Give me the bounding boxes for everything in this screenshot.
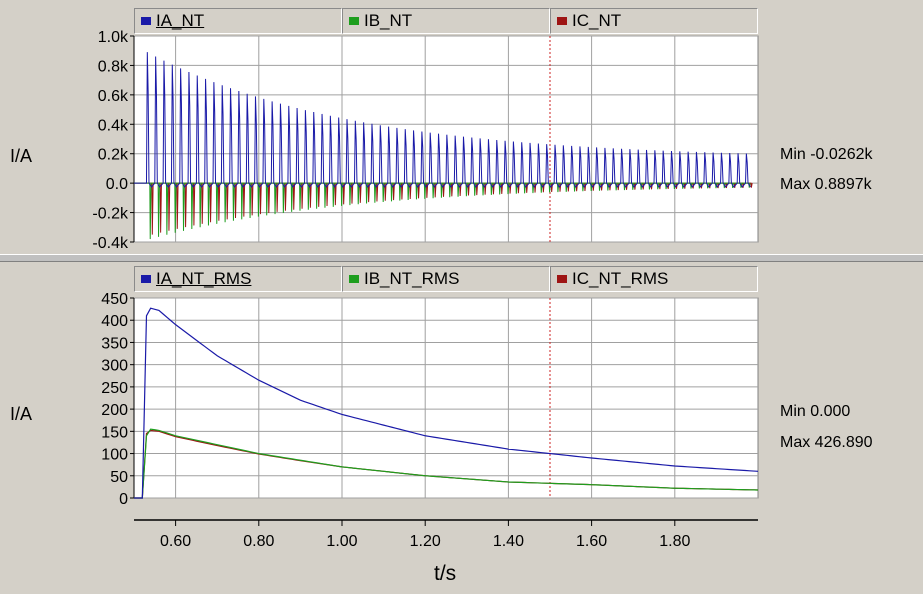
y-tick-label: 50 [110,469,128,486]
y-tick-label: 0.2k [98,147,129,164]
y-tick-label: 0.6k [98,88,129,105]
x-tick-label: 1.20 [410,533,441,550]
x-tick-label: 1.00 [326,533,357,550]
y-tick-label: -0.4k [92,235,129,252]
y-tick-label: 0 [119,491,128,508]
y-tick-label: 0.8k [98,58,129,75]
y-tick-label: 150 [101,424,128,441]
x-tick-label: 1.60 [576,533,607,550]
y-tick-label: 1.0k [98,29,129,46]
x-tick-label: 1.40 [493,533,524,550]
y-tick-label: 350 [101,335,128,352]
y-tick-label: 0.4k [98,117,129,134]
y-tick-label: 200 [101,402,128,419]
y-tick-label: 450 [101,291,128,308]
y-tick-label: -0.2k [92,206,129,223]
y-tick-label: 250 [101,380,128,397]
y-tick-label: 400 [101,313,128,330]
x-tick-label: 0.80 [243,533,274,550]
plot-canvas[interactable]: 1.0k 0.8k 0.6k 0.4k 0.2k 0.0 -0.2k -0.4k 450 400 3… [0,0,923,594]
plot-area-bottom [133,297,759,499]
x-tick-label: 1.80 [659,533,690,550]
y-tick-label: 0.0 [106,176,128,193]
y-tick-label: 100 [101,447,128,464]
y-tick-label: 300 [101,358,128,375]
x-tick-label: 0.60 [160,533,191,550]
